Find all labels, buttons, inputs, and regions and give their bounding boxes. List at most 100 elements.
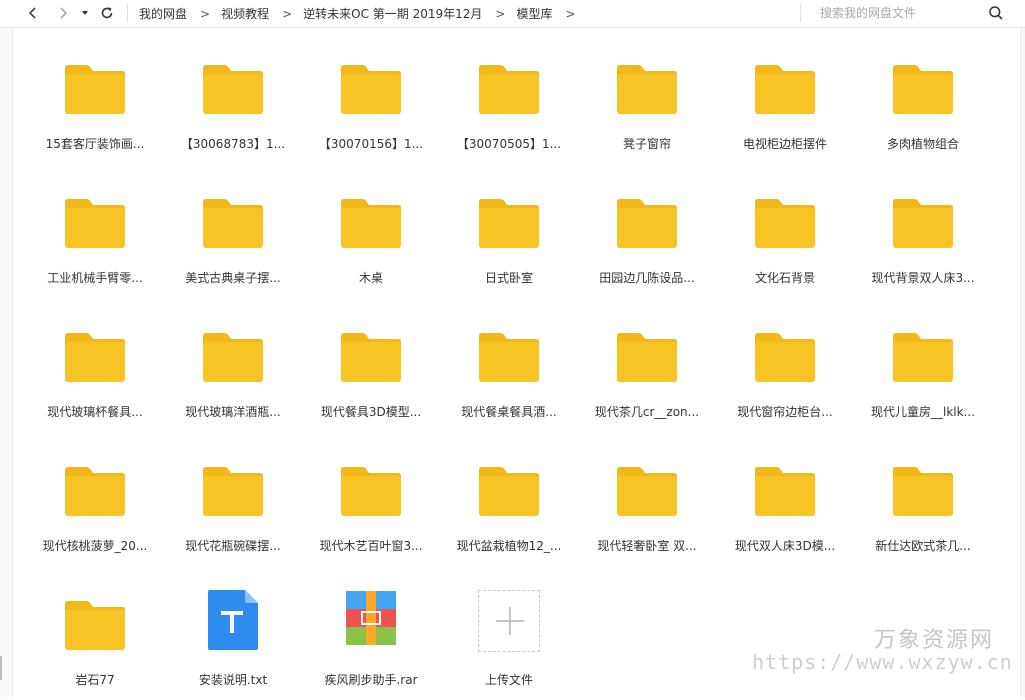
folder-icon: [617, 65, 677, 114]
folder-item[interactable]: 新仕达欧式茶几...: [854, 446, 992, 566]
folder-icon: [755, 199, 815, 248]
file-item[interactable]: 疾风刷步助手.rar: [302, 580, 440, 700]
item-icon-wrapper: [26, 594, 164, 656]
folder-item[interactable]: 田园边几陈设品...: [578, 178, 716, 298]
folder-icon: [65, 601, 125, 650]
folder-icon: [65, 333, 125, 382]
item-label: 田园边几陈设品...: [599, 271, 695, 285]
item-icon-wrapper: [440, 460, 578, 522]
vertical-scrollbar[interactable]: [1020, 28, 1025, 697]
item-icon-wrapper: [26, 192, 164, 254]
search-input[interactable]: [808, 2, 983, 24]
folder-item[interactable]: 现代儿童房__lklk...: [854, 312, 992, 432]
item-label: 现代花瓶碗碟摆...: [185, 539, 281, 553]
item-label: 现代双人床3D模...: [734, 539, 836, 553]
left-edge-marker: [0, 656, 2, 680]
refresh-button[interactable]: [96, 2, 118, 24]
folder-item[interactable]: 【30070156】1...: [302, 44, 440, 164]
folder-item[interactable]: 现代玻璃杯餐具...: [26, 312, 164, 432]
folder-item[interactable]: 【30070505】1...: [440, 44, 578, 164]
item-icon-wrapper: [26, 58, 164, 120]
folder-item[interactable]: 现代花瓶碗碟摆...: [164, 446, 302, 566]
search-icon[interactable]: [988, 5, 1004, 21]
item-icon-wrapper: [302, 326, 440, 388]
item-label: 日式卧室: [484, 271, 533, 285]
folder-item[interactable]: 日式卧室: [440, 178, 578, 298]
folder-item[interactable]: 现代盆栽植物12_...: [440, 446, 578, 566]
folder-icon: [65, 467, 125, 516]
item-label: 多肉植物组合: [886, 137, 959, 151]
toolbar: 我的网盘 > 视频教程 > 逆转未来OC 第一期 2019年12月 > 模型库 …: [0, 0, 1025, 28]
folder-icon: [341, 65, 401, 114]
file-grid: 15套客厅装饰画... 【30068783】1... 【30070156】1... 【…: [26, 44, 1006, 694]
folder-icon: [341, 199, 401, 248]
folder-item[interactable]: 电视柜边柜摆件: [716, 44, 854, 164]
item-label: 电视柜边柜摆件: [742, 137, 827, 151]
folder-item[interactable]: 木桌: [302, 178, 440, 298]
folder-icon: [617, 467, 677, 516]
folder-item[interactable]: 工业机械手臂零...: [26, 178, 164, 298]
plus-icon: [478, 590, 540, 652]
folder-item[interactable]: 现代窗帘边柜台...: [716, 312, 854, 432]
item-icon-wrapper: [440, 58, 578, 120]
breadcrumb-item-my-drive[interactable]: 我的网盘: [139, 5, 187, 22]
folder-item[interactable]: 岩石77: [26, 580, 164, 700]
chevron-right-icon: [60, 7, 68, 19]
folder-icon: [893, 199, 953, 248]
folder-item[interactable]: 多肉植物组合: [854, 44, 992, 164]
back-button[interactable]: [22, 2, 44, 24]
folder-item[interactable]: 凳子窗帘: [578, 44, 716, 164]
folder-item[interactable]: 现代餐具3D模型...: [302, 312, 440, 432]
folder-item[interactable]: 15套客厅装饰画...: [26, 44, 164, 164]
item-label: 现代窗帘边柜台...: [737, 405, 833, 419]
folder-icon: [755, 467, 815, 516]
folder-icon: [341, 333, 401, 382]
forward-button[interactable]: [52, 2, 74, 24]
folder-item[interactable]: 美式古典桌子摆...: [164, 178, 302, 298]
item-icon-wrapper: [854, 58, 992, 120]
folder-icon: [203, 199, 263, 248]
breadcrumb-separator: >: [282, 6, 293, 21]
breadcrumb-separator: >: [495, 6, 506, 21]
folder-icon: [893, 65, 953, 114]
folder-item[interactable]: 现代玻璃洋酒瓶...: [164, 312, 302, 432]
breadcrumb-item-model-library[interactable]: 模型库: [516, 5, 552, 22]
item-icon-wrapper: [302, 192, 440, 254]
folder-item[interactable]: 现代核桃菠萝_20...: [26, 446, 164, 566]
folder-item[interactable]: 【30068783】1...: [164, 44, 302, 164]
folder-icon: [65, 199, 125, 248]
item-label: 安装说明.txt: [198, 673, 268, 687]
item-label: 15套客厅装饰画...: [45, 137, 145, 151]
folder-icon: [203, 65, 263, 114]
folder-item[interactable]: 文化石背景: [716, 178, 854, 298]
folder-icon: [203, 467, 263, 516]
folder-item[interactable]: 现代双人床3D模...: [716, 446, 854, 566]
folder-icon: [479, 65, 539, 114]
breadcrumb-item-video-tutorials[interactable]: 视频教程: [221, 5, 269, 22]
item-label: 【30068783】1...: [180, 137, 286, 151]
item-label: 现代轻奢卧室 双...: [597, 539, 697, 553]
item-icon-wrapper: [302, 591, 440, 656]
file-item[interactable]: 安装说明.txt: [164, 580, 302, 700]
history-dropdown-button[interactable]: [76, 2, 94, 24]
breadcrumb-item-course[interactable]: 逆转未来OC 第一期 2019年12月: [303, 5, 482, 22]
breadcrumb: 我的网盘 > 视频教程 > 逆转未来OC 第一期 2019年12月 > 模型库 …: [139, 0, 587, 27]
folder-icon: [893, 333, 953, 382]
folder-item[interactable]: 现代餐桌餐具酒...: [440, 312, 578, 432]
item-label: 现代玻璃杯餐具...: [47, 405, 143, 419]
folder-item[interactable]: 现代轻奢卧室 双...: [578, 446, 716, 566]
item-icon-wrapper: [164, 460, 302, 522]
upload-file-button[interactable]: 上传文件: [440, 580, 578, 700]
item-icon-wrapper: [440, 590, 578, 656]
breadcrumb-separator: >: [200, 6, 211, 21]
search-divider: [800, 4, 801, 22]
folder-item[interactable]: 现代木艺百叶窗3...: [302, 446, 440, 566]
folder-item[interactable]: 现代背景双人床3...: [854, 178, 992, 298]
rar-archive-icon: [346, 591, 396, 645]
item-label: 疾风刷步助手.rar: [324, 673, 418, 687]
folder-icon: [755, 333, 815, 382]
folder-item[interactable]: 现代茶几cr__zon...: [578, 312, 716, 432]
item-icon-wrapper: [26, 326, 164, 388]
item-label: 现代木艺百叶窗3...: [319, 539, 423, 553]
item-icon-wrapper: [578, 460, 716, 522]
